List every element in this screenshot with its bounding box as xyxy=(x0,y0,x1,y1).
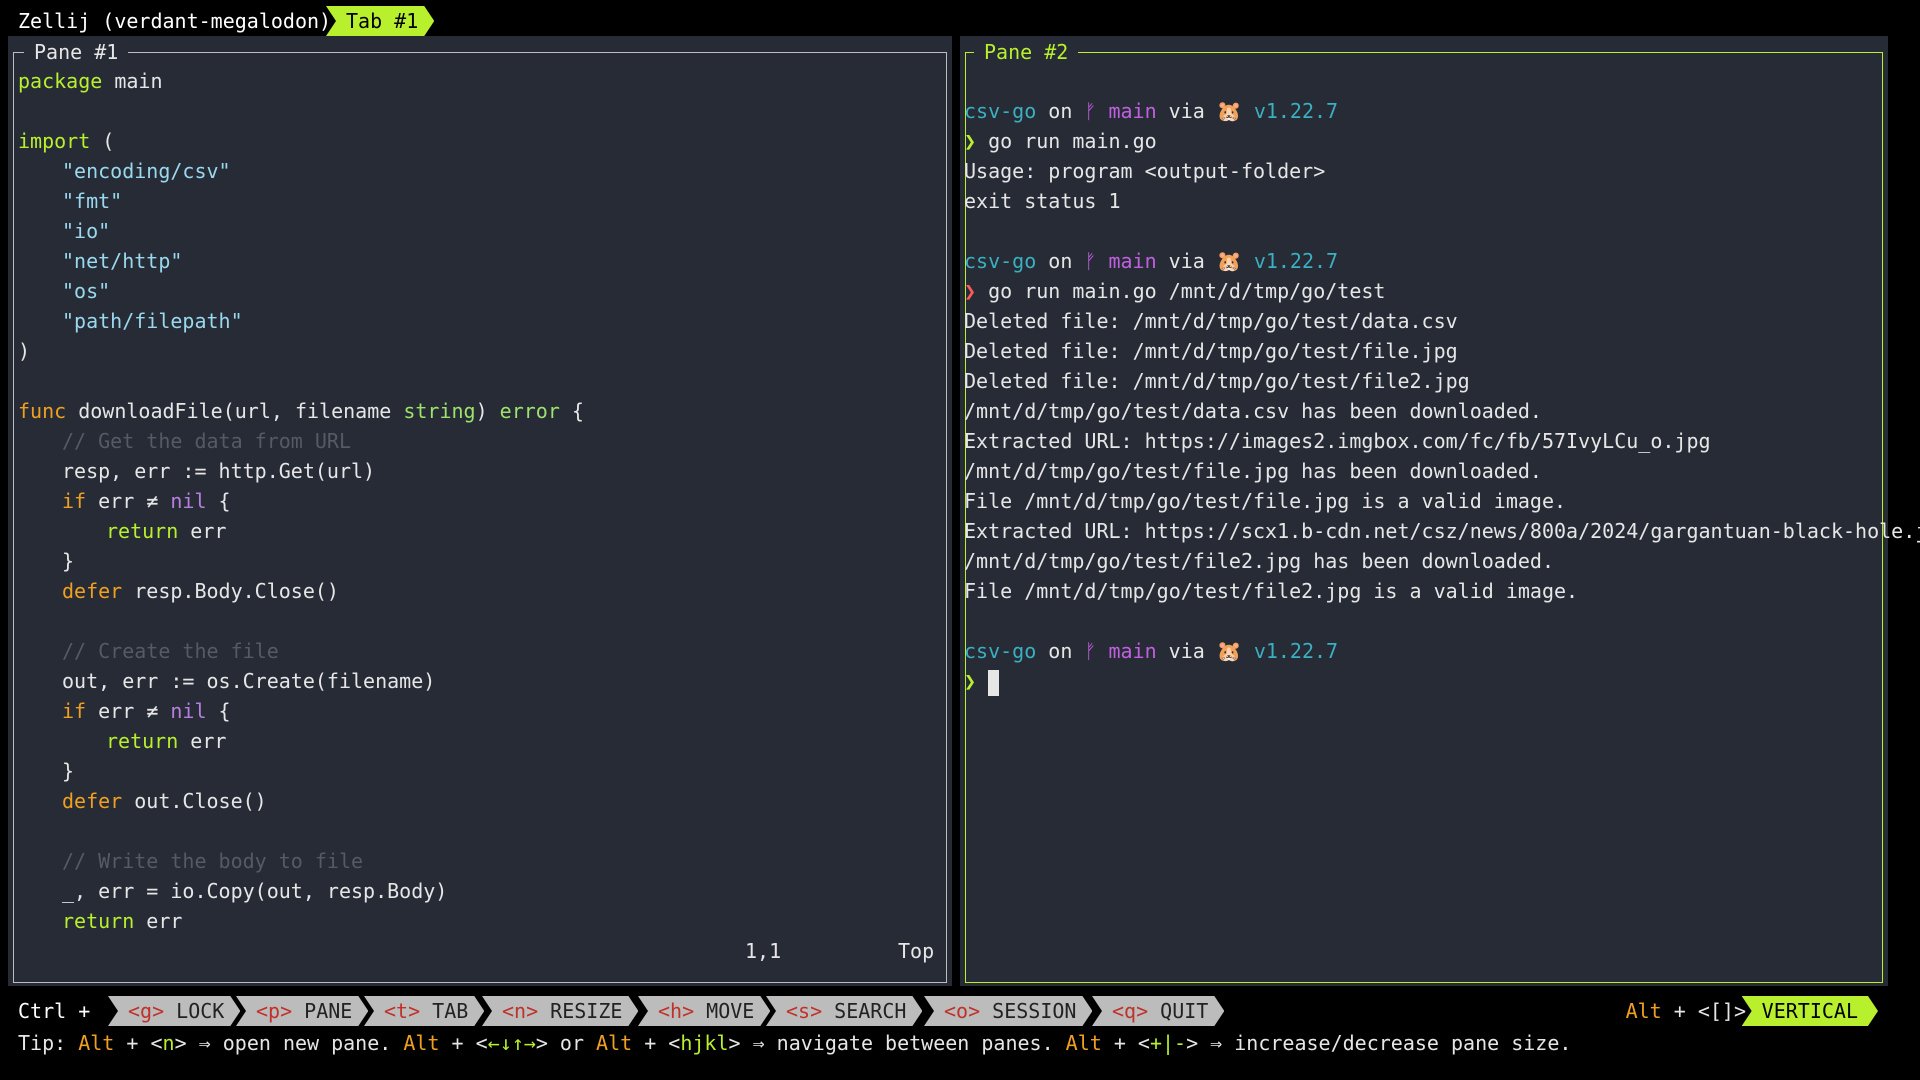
gopher-icon: 🐹 xyxy=(1216,249,1242,273)
pane-terminal[interactable]: Pane #2 csv-go on ᚠ main via 🐹 v1.22.7 ❯… xyxy=(960,36,1920,986)
pane-title: Pane #2 xyxy=(974,40,1079,64)
layout-mode-badge[interactable]: VERTICAL xyxy=(1742,996,1878,1026)
code-line: _, err = io.Copy(out, resp.Body) xyxy=(62,879,448,903)
code-line: "os" xyxy=(62,279,111,303)
code-line: resp, err := http.Get(url) xyxy=(62,459,376,483)
code-line: "net/http" xyxy=(62,249,183,273)
key-resize[interactable]: <n> RESIZE xyxy=(482,996,638,1026)
output-line: /mnt/d/tmp/go/test/data.csv has been dow… xyxy=(964,399,1542,423)
code-line: "path/filepath" xyxy=(62,309,243,333)
output-line: Deleted file: /mnt/d/tmp/go/test/file2.j… xyxy=(964,369,1470,393)
cursor-position: 1,1 xyxy=(745,939,782,963)
tab-1[interactable]: Tab #1 xyxy=(326,6,434,36)
code-line: return err xyxy=(106,519,227,543)
ctrl-modifier: Ctrl + xyxy=(18,999,91,1023)
shell-prompt: csv-go on ᚠ main via 🐹 v1.22.7 xyxy=(964,639,1339,663)
code-comment: // Write the body to file xyxy=(62,849,364,873)
tip-line: Tip: Alt + <n> ⇒ open new pane. Alt + <←… xyxy=(18,1031,1572,1055)
pane-editor[interactable]: Pane #1 package main import ( "encoding/… xyxy=(8,36,952,986)
code-line: defer out.Close() xyxy=(62,789,267,813)
gopher-icon: 🐹 xyxy=(1216,99,1242,123)
code-line: package main xyxy=(18,69,163,93)
code-line: import ( xyxy=(18,129,115,153)
gopher-icon: 🐹 xyxy=(1216,639,1242,663)
output-line: exit status 1 xyxy=(964,189,1121,213)
output-line: Deleted file: /mnt/d/tmp/go/test/data.cs… xyxy=(964,309,1458,333)
shell-prompt: csv-go on ᚠ main via 🐹 v1.22.7 xyxy=(964,99,1339,123)
output-line: /mnt/d/tmp/go/test/file2.jpg has been do… xyxy=(964,549,1555,573)
output-line: Extracted URL: https://scx1.b-cdn.net/cs… xyxy=(964,519,1920,543)
prompt-chevron-icon: ❯ xyxy=(964,669,977,693)
code-line: if err ≠ nil { xyxy=(62,699,231,723)
command-line: ❯ go run main.go xyxy=(964,129,1157,153)
output-line: File /mnt/d/tmp/go/test/file2.jpg is a v… xyxy=(964,579,1579,603)
git-branch-icon: ᚠ xyxy=(1084,639,1097,663)
command-line: ❯ go run main.go /mnt/d/tmp/go/test xyxy=(964,279,1386,303)
code-line: ) xyxy=(18,339,31,363)
key-lock[interactable]: <g> LOCK xyxy=(108,996,240,1026)
code-line: return err xyxy=(62,909,183,933)
code-line: } xyxy=(62,759,75,783)
prompt-chevron-icon: ❯ xyxy=(964,129,977,153)
code-comment: // Get the data from URL xyxy=(62,429,351,453)
code-line: if err ≠ nil { xyxy=(62,489,231,513)
shell-prompt: csv-go on ᚠ main via 🐹 v1.22.7 xyxy=(964,249,1339,273)
terminal-cursor xyxy=(988,669,1000,696)
output-line: File /mnt/d/tmp/go/test/file.jpg is a va… xyxy=(964,489,1567,513)
key-session[interactable]: <o> SESSION xyxy=(924,996,1092,1026)
key-tab[interactable]: <t> TAB xyxy=(364,996,484,1026)
output-line: Usage: program <output-folder> xyxy=(964,159,1326,183)
git-branch-icon: ᚠ xyxy=(1084,249,1097,273)
code-line: func downloadFile(url, filename string) … xyxy=(18,399,584,423)
output-line: /mnt/d/tmp/go/test/file.jpg has been dow… xyxy=(964,459,1542,483)
alt-shortcut: Alt + <[]> xyxy=(1625,999,1746,1023)
code-comment: // Create the file xyxy=(62,639,279,663)
key-quit[interactable]: <q> QUIT xyxy=(1092,996,1224,1026)
command-line[interactable]: ❯ xyxy=(964,666,1000,696)
scroll-position: Top xyxy=(898,939,935,963)
session-title: Zellij (verdant-megalodon) xyxy=(18,9,332,33)
git-branch-icon: ᚠ xyxy=(1084,99,1097,123)
status-bar: Ctrl + <g> LOCK <p> PANE <t> TAB <n> RES… xyxy=(8,996,1888,1026)
output-line: Deleted file: /mnt/d/tmp/go/test/file.jp… xyxy=(964,339,1458,363)
code-line: "fmt" xyxy=(62,189,123,213)
code-line: "encoding/csv" xyxy=(62,159,231,183)
code-line: defer resp.Body.Close() xyxy=(62,579,339,603)
code-line: "io" xyxy=(62,219,111,243)
output-line: Extracted URL: https://images2.imgbox.co… xyxy=(964,429,1711,453)
code-line: return err xyxy=(106,729,227,753)
key-search[interactable]: <s> SEARCH xyxy=(766,996,922,1026)
pane-title: Pane #1 xyxy=(24,40,129,64)
key-move[interactable]: <h> MOVE xyxy=(638,996,770,1026)
key-pane[interactable]: <p> PANE xyxy=(236,996,368,1026)
code-line: } xyxy=(62,549,75,573)
prompt-chevron-icon: ❯ xyxy=(964,279,977,303)
tab-bar: Zellij (verdant-megalodon) Tab #1 xyxy=(8,6,1888,36)
code-line: out, err := os.Create(filename) xyxy=(62,669,436,693)
